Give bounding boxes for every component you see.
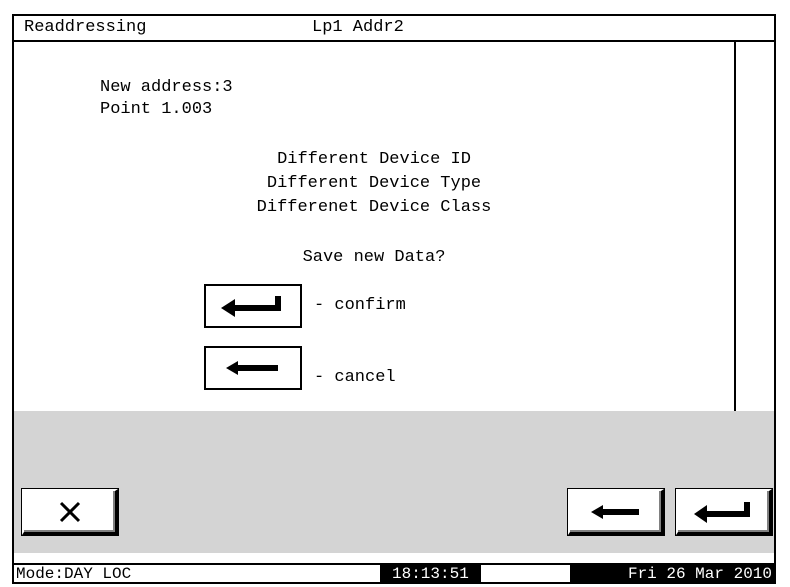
left-arrow-icon	[226, 361, 278, 375]
back-button[interactable]	[568, 489, 664, 535]
message-device-class: Differenet Device Class	[256, 198, 492, 217]
message-device-id: Different Device ID	[277, 150, 471, 169]
point-text: Point 1.003	[100, 100, 213, 119]
cancel-key-icon	[204, 346, 302, 390]
confirm-label: - confirm	[314, 296, 406, 315]
enter-return-icon	[221, 296, 281, 317]
left-arrow-icon	[590, 504, 639, 519]
message-device-type: Different Device Type	[266, 174, 482, 193]
scrollbar-divider	[734, 42, 736, 411]
enter-return-icon	[693, 501, 750, 523]
x-icon	[59, 501, 80, 522]
enter-button[interactable]	[676, 489, 772, 535]
button-bar	[14, 411, 774, 553]
mode-status: Mode:DAY LOC	[16, 565, 132, 583]
clock-time: 18:13:51	[380, 565, 481, 583]
confirm-key-icon	[204, 284, 302, 328]
screen-title: Readdressing	[24, 18, 147, 37]
save-prompt: Save new Data?	[302, 248, 446, 267]
panel-screen: Readdressing Lp1 Addr2 New address:3 Poi…	[12, 14, 776, 584]
close-button[interactable]	[22, 489, 118, 535]
clock-date: Fri 26 Mar 2010	[569, 565, 774, 583]
status-bar: Mode:DAY LOC 18:13:51 Fri 26 Mar 2010	[14, 563, 774, 583]
loop-address: Lp1 Addr2	[312, 18, 404, 37]
title-bar: Readdressing Lp1 Addr2	[14, 16, 774, 42]
new-address-text: New address:3	[100, 78, 233, 97]
cancel-label: - cancel	[314, 368, 396, 387]
